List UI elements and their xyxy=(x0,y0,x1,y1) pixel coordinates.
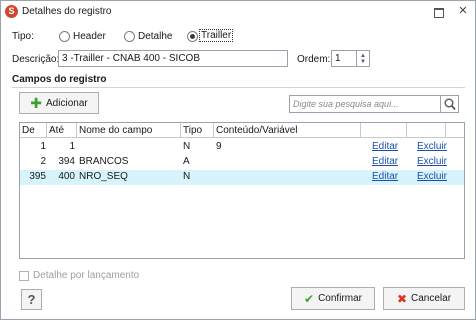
cell-de: 1 xyxy=(40,141,46,152)
edit-link[interactable]: Editar xyxy=(372,141,398,152)
cell-tipo: N xyxy=(183,141,191,152)
table-row[interactable]: 2 394 BRANCOS A Editar Excluir xyxy=(20,155,464,170)
col-nome[interactable]: Nome do campo xyxy=(77,123,181,138)
fields-table: De Até Nome do campo Tipo Conteúdo/Variá… xyxy=(19,122,465,259)
cell-de: 395 xyxy=(29,171,46,182)
x-icon: ✖ xyxy=(396,291,408,306)
cell-de: 2 xyxy=(40,156,46,167)
table-row-selected[interactable]: 395 400 NRO_SEQ N Editar Excluir xyxy=(20,170,464,185)
cell-nome: BRANCOS xyxy=(79,156,129,167)
radio-trailler[interactable] xyxy=(187,31,198,42)
add-button[interactable]: ✚ Adicionar xyxy=(19,92,99,114)
app-logo-icon: S xyxy=(5,5,18,18)
search-icon xyxy=(444,98,456,111)
ordem-label: Ordem: xyxy=(297,54,331,65)
edit-link[interactable]: Editar xyxy=(372,171,398,182)
col-tipo[interactable]: Tipo xyxy=(181,123,214,138)
confirm-button-label: Confirmar xyxy=(318,293,362,304)
radio-header[interactable] xyxy=(59,31,70,42)
radio-trailler-label[interactable]: Trailler xyxy=(198,29,234,42)
chevron-down-icon[interactable]: ▼ xyxy=(360,59,366,65)
title-bar: S Detalhes do registro ✕ xyxy=(1,1,475,22)
help-button[interactable]: ? xyxy=(21,289,42,310)
radio-detalhe-label[interactable]: Detalhe xyxy=(138,31,172,42)
ordem-input[interactable]: 1 xyxy=(331,50,357,67)
cell-conteudo: 9 xyxy=(216,141,222,152)
cell-tipo: A xyxy=(183,156,190,167)
col-conteudo[interactable]: Conteúdo/Variável xyxy=(214,123,361,138)
cancel-button[interactable]: ✖ Cancelar xyxy=(383,287,465,310)
cancel-button-label: Cancelar xyxy=(411,293,452,304)
descricao-label: Descrição: xyxy=(12,54,60,65)
confirm-button[interactable]: ✔ Confirmar xyxy=(291,287,375,310)
col-editar xyxy=(361,123,407,138)
ordem-stepper[interactable]: ▲ ▼ xyxy=(357,50,370,67)
table-header: De Até Nome do campo Tipo Conteúdo/Variá… xyxy=(20,123,464,138)
delete-link[interactable]: Excluir xyxy=(417,156,447,167)
cell-ate: 394 xyxy=(58,156,75,167)
radio-header-label[interactable]: Header xyxy=(73,31,106,42)
section-title: Campos do registro xyxy=(12,74,107,85)
edit-link[interactable]: Editar xyxy=(372,156,398,167)
dialog-window: S Detalhes do registro ✕ Tipo: Header De… xyxy=(0,0,476,320)
cell-ate: 400 xyxy=(58,171,75,182)
add-button-label: Adicionar xyxy=(46,97,88,109)
search-button[interactable] xyxy=(441,95,459,113)
col-ate[interactable]: Até xyxy=(47,123,77,138)
table-row[interactable]: 1 1 N 9 Editar Excluir xyxy=(20,140,464,155)
search-input[interactable]: Digite sua pesquisa aqui... xyxy=(289,95,441,113)
delete-link[interactable]: Excluir xyxy=(417,141,447,152)
close-button[interactable]: ✕ xyxy=(456,5,470,18)
cell-nome: NRO_SEQ xyxy=(79,171,128,182)
section-divider xyxy=(12,87,465,88)
cell-ate: 1 xyxy=(69,141,75,152)
maximize-button[interactable] xyxy=(431,5,445,18)
detalhe-lancamento-label: Detalhe por lançamento xyxy=(33,270,140,281)
descricao-input[interactable]: 3 -Trailler - CNAB 400 - SICOB xyxy=(58,50,288,67)
col-excluir xyxy=(407,123,446,138)
delete-link[interactable]: Excluir xyxy=(417,171,447,182)
detalhe-lancamento-checkbox[interactable] xyxy=(19,271,29,281)
window-title: Detalhes do registro xyxy=(22,6,112,17)
radio-detalhe[interactable] xyxy=(124,31,135,42)
plus-icon: ✚ xyxy=(30,95,43,111)
cell-tipo: N xyxy=(183,171,191,182)
tipo-label: Tipo: xyxy=(12,31,34,42)
check-icon: ✔ xyxy=(304,291,315,306)
col-de[interactable]: De xyxy=(20,123,47,138)
